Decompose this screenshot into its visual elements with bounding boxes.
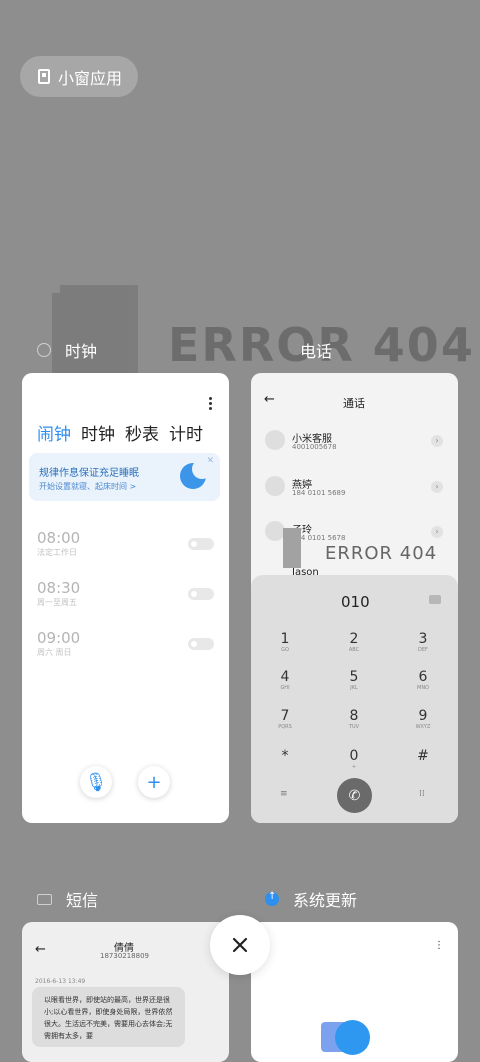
clock-app-title: 时钟 (37, 338, 97, 362)
messages-title-text: 短信 (66, 891, 99, 910)
dial-key-9[interactable]: 9 WXYZ (408, 708, 438, 730)
update-logo-circle (335, 1020, 370, 1055)
contact-number: 184 0101 5689 (292, 489, 346, 497)
sleep-banner-title: 规律作息保证充足睡眠 (39, 468, 139, 479)
alarm-time: 08:00 (37, 529, 81, 547)
phone-app-title: 电话 (300, 338, 332, 362)
tab-stopwatch[interactable]: 秒表 (125, 420, 159, 445)
dial-key-7[interactable]: 7 PQRS (270, 708, 300, 730)
dial-key-8[interactable]: 8 TUV (339, 708, 369, 730)
dial-key-4[interactable]: 4 GHI (270, 669, 300, 691)
alarm-time: 08:30 (37, 579, 81, 597)
back-arrow-icon[interactable]: ← (264, 392, 275, 407)
small-window-icon (38, 69, 50, 84)
contact-avatar-icon (265, 430, 285, 450)
dial-key-2[interactable]: 2 ABC (339, 631, 369, 653)
contact-number: 4001005678 (292, 443, 337, 451)
phone-header: ← 通话 (251, 384, 458, 418)
contact-avatar-icon (265, 476, 285, 496)
chevron-right-icon[interactable]: › (431, 481, 443, 493)
contact-avatar-icon (265, 521, 285, 541)
voice-button[interactable]: 🎙 (80, 766, 112, 798)
message-bubble[interactable]: 以眼看世界，即使站的最高，世界还是很小;以心看世界，即使身处局限，世界依然很大。… (32, 987, 185, 1047)
alarm-days: 周一至周五 (37, 598, 77, 607)
dial-key-1[interactable]: 1 GO (270, 631, 300, 653)
moon-icon (180, 459, 212, 489)
contact-row[interactable]: 小米客服 4001005678 › (265, 430, 445, 454)
add-alarm-button[interactable]: + (138, 766, 170, 798)
alarm-item[interactable]: 08:30 周一至周五 (37, 579, 80, 608)
small-window-label: 小窗应用 (58, 68, 123, 88)
tab-clock[interactable]: 时钟 (81, 420, 115, 445)
alarm-item[interactable]: 09:00 周六 周日 (37, 629, 80, 658)
alarm-item[interactable]: 08:00 法定工作日 (37, 529, 80, 558)
alarm-toggle[interactable] (188, 588, 214, 600)
back-arrow-icon[interactable]: ← (35, 942, 46, 957)
alarm-toggle[interactable] (188, 538, 214, 550)
dial-key-hash[interactable]: # (408, 748, 438, 764)
phone-title-text: 电话 (300, 342, 333, 361)
more-options-icon[interactable]: ⋮ (434, 940, 444, 951)
chevron-right-icon[interactable]: › (431, 526, 443, 538)
update-title-text: 系统更新 (293, 891, 358, 910)
backspace-icon[interactable] (429, 595, 441, 604)
update-icon (265, 891, 279, 906)
error-404-overlay-text: ERROR 404 (325, 543, 438, 564)
dial-key-0[interactable]: 0 + (339, 748, 369, 770)
chevron-right-icon[interactable]: › (431, 435, 443, 447)
keypad-icon[interactable]: ⁞⁞ (419, 789, 425, 799)
error-file-icon (52, 285, 138, 385)
update-app-title: 系统更新 (265, 887, 357, 911)
mail-icon (37, 893, 52, 905)
phone-icon: ✆ (348, 787, 361, 804)
error-file-icon (283, 528, 301, 568)
close-icon (232, 937, 248, 953)
alarm-time: 09:00 (37, 629, 81, 647)
alarm-clock-icon (37, 343, 51, 357)
alarm-days: 周六 周日 (37, 648, 72, 657)
more-options-icon[interactable] (209, 395, 213, 412)
dial-key-3[interactable]: 3 DEF (408, 631, 438, 653)
clock-title-text: 时钟 (65, 342, 98, 361)
message-date: 2016-6-13 13:49 (35, 978, 86, 985)
tab-timer[interactable]: 计时 (169, 420, 203, 445)
close-all-button[interactable] (210, 915, 270, 975)
contact-row[interactable]: 燕婷 184 0101 5689 › (265, 476, 445, 500)
sleep-reminder-banner[interactable]: 规律作息保证充足睡眠 开始设置就寝、起床时间 > ✕ (29, 453, 220, 501)
microphone-icon: 🎙 (84, 771, 108, 793)
clock-tabs: 闹钟 时钟 秒表 计时 (37, 420, 203, 445)
alarm-days: 法定工作日 (37, 548, 77, 557)
call-button[interactable]: ✆ (337, 778, 372, 813)
dial-key-star[interactable]: * (270, 748, 300, 764)
alarm-toggle[interactable] (188, 638, 214, 650)
messages-app-title: 短信 (37, 887, 98, 911)
calls-header-title: 通话 (343, 397, 365, 410)
tab-alarm[interactable]: 闹钟 (37, 420, 71, 445)
message-contact-number: 18730218809 (100, 952, 149, 960)
message-text: 以眼看世界，即使站的最高，世界还是很小;以心看世界，即使身处局限，世界依然很大。… (44, 996, 173, 1040)
menu-icon[interactable]: ≡ (280, 789, 288, 799)
update-app-card[interactable]: ⋮ (251, 922, 458, 1062)
dial-input[interactable]: 010 (341, 593, 370, 611)
dial-key-5[interactable]: 5 JKL (339, 669, 369, 691)
small-window-apps-button[interactable]: 小窗应用 (20, 56, 138, 97)
plus-icon: + (146, 771, 162, 793)
sleep-banner-subtitle: 开始设置就寝、起床时间 > (39, 482, 137, 491)
dial-key-6[interactable]: 6 MNO (408, 669, 438, 691)
